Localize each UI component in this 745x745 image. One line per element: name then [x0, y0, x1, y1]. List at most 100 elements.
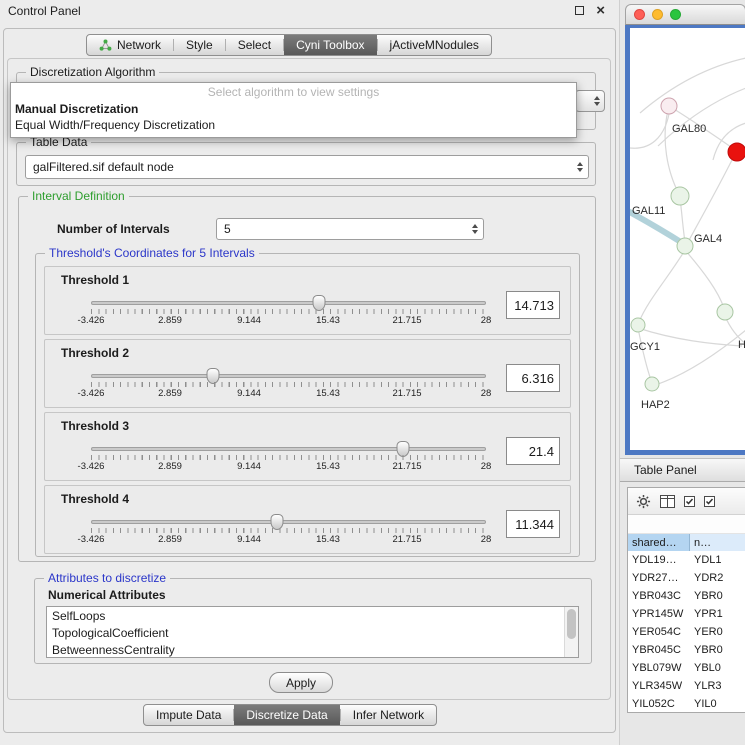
table-cell[interactable]: YBL0 — [690, 662, 745, 674]
network-node[interactable] — [671, 187, 689, 205]
slider-scale-label: 21.715 — [392, 461, 421, 472]
table-cell[interactable]: YPR145W — [628, 608, 690, 620]
network-node[interactable] — [645, 377, 659, 391]
slider-scale-label: 15.43 — [316, 388, 340, 399]
attribute-item[interactable]: SelfLoops — [52, 608, 578, 625]
tab-infer-network[interactable]: Infer Network — [341, 705, 436, 725]
slider-scale-label: 9.144 — [237, 534, 261, 545]
table-cell[interactable]: YLR345W — [628, 680, 690, 692]
table-cell[interactable]: YDR27… — [628, 572, 690, 584]
panel-title: Control Panel — [8, 4, 81, 18]
table-cell[interactable]: YBR0 — [690, 590, 745, 602]
table-cell[interactable]: YBR045C — [628, 644, 690, 656]
table-cell[interactable]: YBR043C — [628, 590, 690, 602]
close-icon[interactable]: × — [596, 5, 605, 16]
tab-impute-data[interactable]: Impute Data — [144, 705, 233, 725]
table-cell[interactable]: YBR0 — [690, 644, 745, 656]
interval-definition-group-label: Interval Definition — [28, 189, 129, 203]
table-cell[interactable]: YIL052C — [628, 698, 690, 710]
discretization-algorithm-group-label: Discretization Algorithm — [26, 65, 159, 79]
table-cell[interactable]: YLR3 — [690, 680, 745, 692]
network-node[interactable] — [631, 318, 645, 332]
tab-label: Network — [117, 38, 161, 52]
table-row[interactable]: YDL19…YDL1 — [628, 551, 745, 569]
network-window-titlebar[interactable] — [625, 4, 745, 25]
network-node[interactable] — [677, 238, 693, 254]
table-row[interactable]: YLR345WYLR3 — [628, 677, 745, 695]
slider-scale-label: 21.715 — [392, 388, 421, 399]
threshold-slider[interactable]: -3.4262.8599.14415.4321.71528 — [91, 367, 486, 405]
checkbox-icon[interactable] — [684, 496, 695, 507]
table-header-row: shared… n… — [628, 534, 745, 551]
table-row[interactable]: YBL079WYBL0 — [628, 659, 745, 677]
table-cell[interactable]: YDL1 — [690, 554, 745, 566]
tab-cyni-toolbox[interactable]: Cyni Toolbox — [284, 35, 376, 55]
tab-select[interactable]: Select — [226, 35, 283, 55]
threshold-slider[interactable]: -3.4262.8599.14415.4321.71528 — [91, 513, 486, 551]
number-of-intervals-combobox[interactable]: 5 — [216, 218, 484, 240]
table-row[interactable]: YDR27…YDR2 — [628, 569, 745, 587]
algorithm-combobox[interactable] — [575, 90, 605, 112]
network-graph[interactable]: GAL80GAL11GAL4GCY1HAP2H — [630, 28, 745, 450]
settings-gear-icon[interactable] — [636, 494, 651, 509]
table-row[interactable]: YIL052CYIL0 — [628, 695, 745, 713]
slider-scale-label: 28 — [481, 315, 492, 326]
float-window-icon[interactable] — [575, 6, 584, 15]
table-row[interactable]: YBR045CYBR0 — [628, 641, 745, 659]
tab-style[interactable]: Style — [174, 35, 225, 55]
table-row[interactable]: YER054CYER0 — [628, 623, 745, 641]
threshold-value-field[interactable]: 14.713 — [506, 291, 560, 319]
column-header-shared-name[interactable]: shared… — [628, 534, 690, 551]
network-node[interactable] — [661, 98, 677, 114]
table-cell[interactable]: YPR1 — [690, 608, 745, 620]
threshold-label: Threshold 2 — [61, 346, 129, 360]
slider-scale-label: 28 — [481, 388, 492, 399]
slider-track[interactable] — [91, 301, 486, 305]
table-cell[interactable]: YDR2 — [690, 572, 745, 584]
slider-track[interactable] — [91, 520, 486, 524]
network-node[interactable] — [717, 304, 733, 320]
network-canvas[interactable]: GAL80GAL11GAL4GCY1HAP2H — [630, 28, 745, 450]
slider-track[interactable] — [91, 374, 486, 378]
algorithm-option-manual-discretization[interactable]: Manual Discretization — [11, 101, 576, 117]
table-columns-icon[interactable] — [660, 495, 675, 508]
threshold-slider[interactable]: -3.4262.8599.14415.4321.71528 — [91, 440, 486, 478]
table-cell[interactable]: YER0 — [690, 626, 745, 638]
network-node-selected[interactable] — [728, 143, 745, 161]
table-cell[interactable]: YER054C — [628, 626, 690, 638]
scrollbar[interactable] — [564, 607, 578, 657]
slider-scale-label: 9.144 — [237, 315, 261, 326]
threshold-slider[interactable]: -3.4262.8599.14415.4321.71528 — [91, 294, 486, 332]
minimize-traffic-light-icon[interactable] — [652, 9, 663, 20]
table-cell[interactable]: YIL0 — [690, 698, 745, 710]
tab-jactivemnodules[interactable]: jActiveMNodules — [378, 35, 491, 55]
close-traffic-light-icon[interactable] — [634, 9, 645, 20]
table-cell[interactable]: YBL079W — [628, 662, 690, 674]
spinner-arrows-icon — [577, 162, 583, 172]
slider-scale-label: 21.715 — [392, 315, 421, 326]
zoom-traffic-light-icon[interactable] — [670, 9, 681, 20]
scrollbar-thumb[interactable] — [567, 609, 576, 639]
slider-track[interactable] — [91, 447, 486, 451]
tab-network[interactable]: Network — [87, 35, 173, 55]
network-view-frame: GAL80GAL11GAL4GCY1HAP2H — [625, 25, 745, 455]
apply-button[interactable]: Apply — [269, 672, 333, 693]
slider-ticks — [91, 309, 486, 314]
threshold-value-field[interactable]: 11.344 — [506, 510, 560, 538]
column-header-name[interactable]: n… — [690, 534, 745, 551]
tab-discretize-data[interactable]: Discretize Data — [234, 705, 339, 725]
threshold-panel: Threshold 2-3.4262.8599.14415.4321.71528… — [44, 339, 571, 408]
slider-scale-label: -3.426 — [78, 388, 105, 399]
table-row[interactable]: YPR145WYPR1 — [628, 605, 745, 623]
threshold-value-field[interactable]: 21.4 — [506, 437, 560, 465]
table-data-combobox[interactable]: galFiltered.sif default node — [25, 155, 589, 179]
threshold-value-field[interactable]: 6.316 — [506, 364, 560, 392]
table-row[interactable]: YBR043CYBR0 — [628, 587, 745, 605]
slider-scale-label: 15.43 — [316, 315, 340, 326]
algorithm-option-equal-width-frequency-discretization[interactable]: Equal Width/Frequency Discretization — [11, 117, 576, 133]
algorithm-dropdown-popup: Select algorithm to view settings Manual… — [10, 82, 577, 138]
table-cell[interactable]: YDL19… — [628, 554, 690, 566]
checkbox-icon[interactable] — [704, 496, 715, 507]
attribute-item[interactable]: BetweennessCentrality — [52, 642, 578, 658]
attribute-item[interactable]: TopologicalCoefficient — [52, 625, 578, 642]
